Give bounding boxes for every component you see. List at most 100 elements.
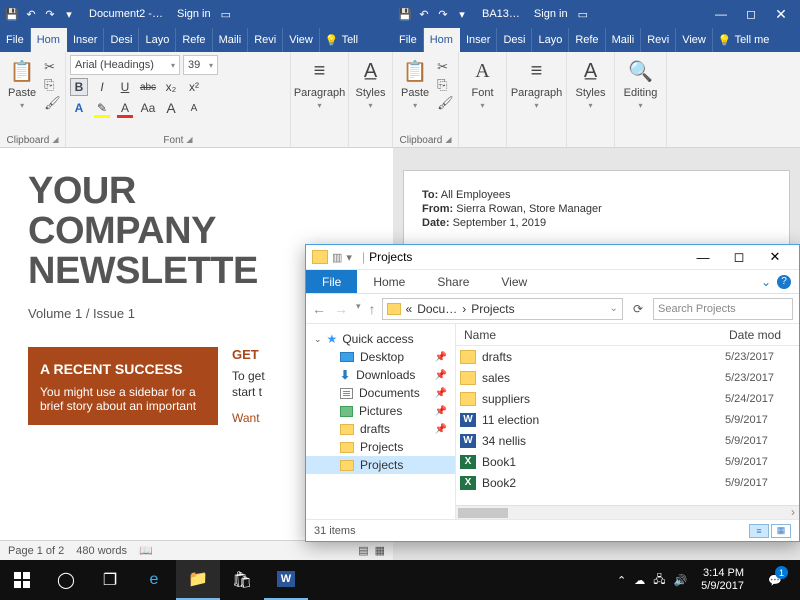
- clock[interactable]: 3:14 PM 5/9/2017: [695, 567, 750, 592]
- bold-button[interactable]: B: [70, 78, 88, 96]
- tab-insert[interactable]: Inser: [67, 28, 104, 52]
- ribbon-options-icon[interactable]: ▭: [221, 8, 231, 21]
- sign-in-link[interactable]: Sign in: [177, 8, 211, 20]
- list-item[interactable]: XBook25/9/2017: [456, 472, 799, 493]
- format-painter-icon[interactable]: 🖌: [437, 95, 454, 111]
- font-name-dropdown[interactable]: Arial (Headings)▾: [70, 55, 180, 75]
- nav-item[interactable]: Projects: [306, 438, 455, 456]
- explorer-titlebar[interactable]: ▥▾ | Projects — ◻ ✕: [306, 245, 799, 270]
- tab-share[interactable]: Share: [421, 270, 485, 293]
- volume-icon[interactable]: 🔊: [673, 574, 687, 587]
- word-taskbar-button[interactable]: W: [264, 560, 308, 600]
- tab-layout[interactable]: Layo: [532, 28, 569, 52]
- nav-item[interactable]: Documents📌: [306, 384, 455, 402]
- font-color-button[interactable]: A: [116, 99, 134, 117]
- nav-item[interactable]: Projects: [306, 456, 455, 474]
- tab-file[interactable]: File: [0, 28, 31, 52]
- copy-icon[interactable]: ⎘: [44, 77, 61, 93]
- list-item[interactable]: XBook15/9/2017: [456, 451, 799, 472]
- store-button[interactable]: 🛍: [220, 560, 264, 600]
- editing-button[interactable]: 🔍Editing▾: [619, 55, 662, 112]
- list-item[interactable]: drafts5/23/2017: [456, 346, 799, 367]
- up-icon[interactable]: ↑: [369, 301, 376, 317]
- redo-icon[interactable]: ↷: [42, 6, 58, 22]
- tab-view[interactable]: View: [283, 28, 320, 52]
- tab-insert[interactable]: Inser: [460, 28, 497, 52]
- tab-file[interactable]: File: [306, 270, 357, 293]
- maximize-icon[interactable]: ◻: [736, 0, 766, 28]
- sidebar-story[interactable]: A RECENT SUCCESS You might use a sidebar…: [28, 347, 218, 426]
- new-folder-icon[interactable]: ▾: [346, 251, 352, 264]
- tab-layout[interactable]: Layo: [139, 28, 176, 52]
- tab-mailings[interactable]: Maili: [606, 28, 642, 52]
- dialog-launcher-icon[interactable]: ◢: [186, 135, 192, 146]
- word-count[interactable]: 480 words: [76, 545, 127, 557]
- tab-file[interactable]: File: [393, 28, 424, 52]
- tab-view[interactable]: View: [676, 28, 713, 52]
- font-group-button[interactable]: AFont▾: [463, 55, 502, 112]
- nav-item[interactable]: ⬇Downloads📌: [306, 366, 455, 384]
- nav-item[interactable]: Desktop📌: [306, 348, 455, 366]
- tab-home[interactable]: Hom: [31, 28, 67, 52]
- format-painter-icon[interactable]: 🖌: [44, 95, 61, 111]
- save-icon[interactable]: 💾: [4, 6, 20, 22]
- article[interactable]: GET To getstart t Want: [232, 347, 265, 426]
- print-layout-icon[interactable]: ▦: [375, 544, 385, 557]
- minimize-icon[interactable]: —: [706, 0, 736, 28]
- paragraph-button[interactable]: ≡Paragraph▾: [511, 55, 562, 112]
- refresh-icon[interactable]: ⟳: [629, 302, 647, 316]
- maximize-icon[interactable]: ◻: [721, 245, 757, 270]
- superscript-button[interactable]: x²: [185, 78, 203, 96]
- tab-references[interactable]: Refe: [569, 28, 605, 52]
- titlebar[interactable]: 💾 ↶ ↷ ▾ Document2 -… Sign in ▭: [0, 0, 393, 28]
- recent-icon[interactable]: ▾: [356, 301, 361, 317]
- tab-view[interactable]: View: [485, 270, 543, 293]
- minimize-icon[interactable]: —: [685, 245, 721, 270]
- cortana-button[interactable]: ◯: [44, 560, 88, 600]
- underline-button[interactable]: U: [116, 78, 134, 96]
- back-icon[interactable]: ←: [312, 301, 326, 317]
- start-button[interactable]: [0, 560, 44, 600]
- tell-me[interactable]: 💡Tell: [320, 28, 363, 52]
- nav-item[interactable]: drafts📌: [306, 420, 455, 438]
- paragraph-button[interactable]: ≡ Paragraph ▾: [295, 55, 344, 112]
- cut-icon[interactable]: ✂: [44, 59, 61, 75]
- cut-icon[interactable]: ✂: [437, 59, 454, 75]
- undo-icon[interactable]: ↶: [416, 6, 432, 22]
- change-case-button[interactable]: Aa: [139, 99, 157, 117]
- tab-review[interactable]: Revi: [248, 28, 283, 52]
- paste-button[interactable]: 📋 Paste ▾: [397, 55, 433, 135]
- explorer-taskbar-button[interactable]: 📁: [176, 560, 220, 600]
- subscript-button[interactable]: x₂: [162, 78, 180, 96]
- highlight-button[interactable]: ✎: [93, 99, 111, 117]
- grow-font-button[interactable]: A: [162, 99, 180, 117]
- properties-icon[interactable]: ▥: [332, 251, 342, 264]
- qat-more-icon[interactable]: ▾: [61, 6, 77, 22]
- sign-in-link[interactable]: Sign in: [534, 8, 568, 20]
- styles-button[interactable]: A̲Styles▾: [571, 55, 610, 112]
- large-icons-view-icon[interactable]: ▦: [771, 524, 791, 538]
- network-icon[interactable]: 🖧: [653, 571, 665, 590]
- redo-icon[interactable]: ↷: [435, 6, 451, 22]
- tab-design[interactable]: Desi: [104, 28, 139, 52]
- dialog-launcher-icon[interactable]: ◢: [445, 135, 451, 146]
- tell-me[interactable]: 💡Tell me: [713, 28, 775, 52]
- tab-home[interactable]: Hom: [424, 28, 460, 52]
- undo-icon[interactable]: ↶: [23, 6, 39, 22]
- quick-access-header[interactable]: ⌄★Quick access: [306, 330, 455, 348]
- tray-overflow-icon[interactable]: ⌃: [617, 574, 626, 587]
- tab-home[interactable]: Home: [357, 270, 421, 293]
- search-input[interactable]: Search Projects: [653, 298, 793, 320]
- task-view-button[interactable]: ❐: [88, 560, 132, 600]
- ribbon-options-icon[interactable]: ▭: [578, 8, 588, 21]
- paste-button[interactable]: 📋 Paste ▾: [4, 55, 40, 135]
- details-view-icon[interactable]: ≡: [749, 524, 769, 538]
- read-mode-icon[interactable]: ▤: [358, 544, 368, 557]
- onedrive-icon[interactable]: ☁: [634, 574, 645, 587]
- list-item[interactable]: suppliers5/24/2017: [456, 388, 799, 409]
- shrink-font-button[interactable]: A: [185, 99, 203, 117]
- spellcheck-icon[interactable]: 📖: [139, 544, 153, 557]
- help-icon[interactable]: ?: [777, 275, 791, 289]
- styles-button[interactable]: A̲ Styles ▾: [353, 55, 388, 112]
- font-effects-button[interactable]: A: [70, 99, 88, 117]
